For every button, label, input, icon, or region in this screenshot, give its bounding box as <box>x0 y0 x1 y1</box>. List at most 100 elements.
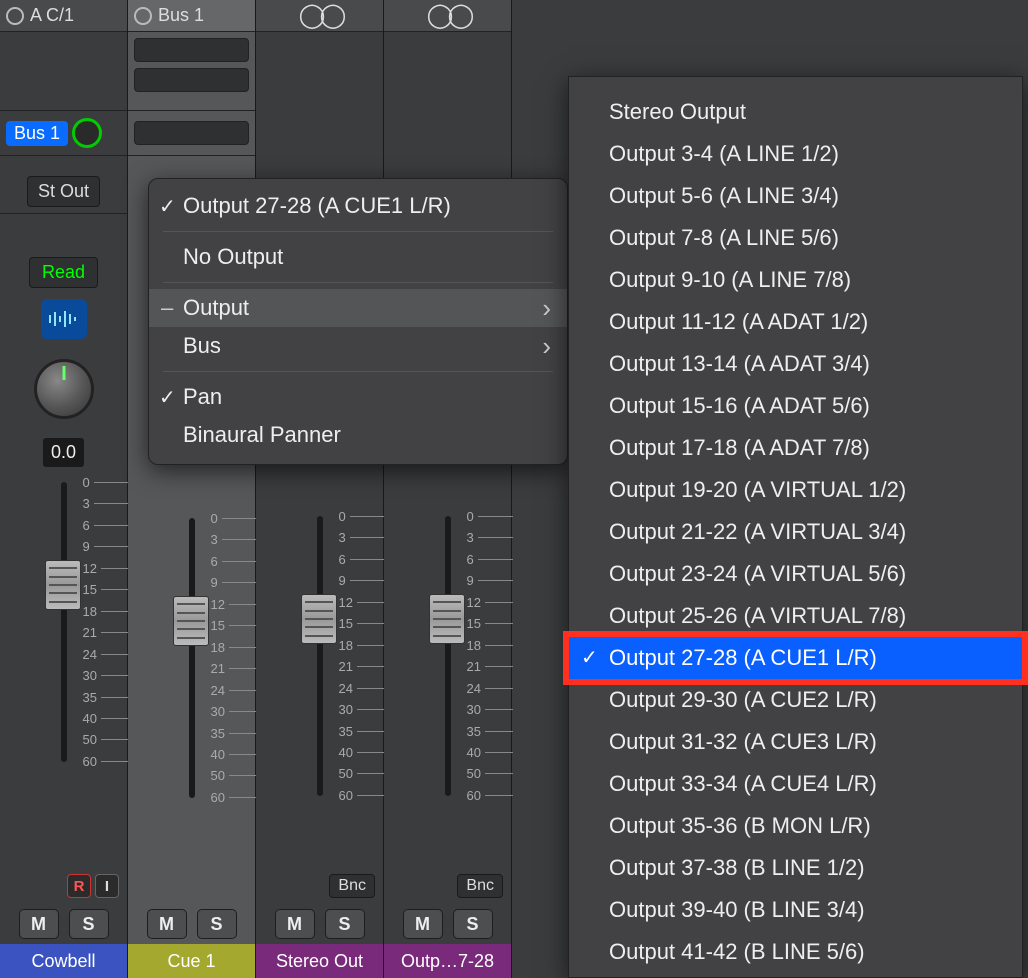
mute-solo-row: M S <box>384 904 511 944</box>
output-context-menu: Output 27-28 (A CUE1 L/R) No Output Outp… <box>148 178 568 465</box>
output-label: St Out <box>27 176 100 207</box>
menu-bus-submenu[interactable]: Bus <box>149 327 567 365</box>
mute-button[interactable]: M <box>275 909 315 939</box>
menu-binaural-panner[interactable]: Binaural Panner <box>149 416 567 454</box>
fader-scale: 036912151821243035405060 <box>83 482 129 762</box>
menu-current-output[interactable]: Output 27-28 (A CUE1 L/R) <box>149 187 567 225</box>
submenu-item[interactable]: Output 7-8 (A LINE 5/6) <box>569 217 1022 259</box>
bounce-button[interactable]: Bnc <box>457 874 503 898</box>
fader-track[interactable]: 036912151821243035405060 <box>189 518 195 798</box>
solo-button[interactable]: S <box>69 909 109 939</box>
fader-scale: 036912151821243035405060 <box>211 518 257 798</box>
submenu-item[interactable]: Output 39-40 (B LINE 3/4) <box>569 889 1022 931</box>
insert-area <box>0 32 127 110</box>
waveform-icon[interactable] <box>41 299 87 339</box>
submenu-item[interactable]: Output 33-34 (A CUE4 L/R) <box>569 763 1022 805</box>
mute-solo-row: M S <box>128 904 255 944</box>
submenu-item[interactable]: Output 5-6 (A LINE 3/4) <box>569 175 1022 217</box>
submenu-item[interactable]: Output 3-4 (A LINE 1/2) <box>569 133 1022 175</box>
automation-mode[interactable]: Read <box>0 250 127 294</box>
input-slot[interactable]: ◯◯ <box>384 0 511 32</box>
mute-button[interactable]: M <box>147 909 187 939</box>
submenu-item[interactable]: Output 15-16 (A ADAT 5/6) <box>569 385 1022 427</box>
fader-cap[interactable] <box>45 560 81 610</box>
track-name[interactable]: Stereo Out <box>256 944 383 978</box>
fader-track[interactable]: 036912151821243035405060 <box>317 516 323 796</box>
submenu-item[interactable]: Stereo Output <box>569 91 1022 133</box>
send-empty[interactable] <box>134 121 249 145</box>
send-slot[interactable]: Bus 1 <box>0 110 127 156</box>
submenu-item[interactable]: Output 31-32 (A CUE3 L/R) <box>569 721 1022 763</box>
insert-area <box>128 32 255 110</box>
input-slot[interactable]: A C/1 <box>0 0 127 32</box>
rec-input-row <box>128 868 255 904</box>
submenu-item[interactable]: Output 35-36 (B MON L/R) <box>569 805 1022 847</box>
submenu-item[interactable]: Output 37-38 (B LINE 1/2) <box>569 847 1022 889</box>
submenu-item[interactable]: Output 9-10 (A LINE 7/8) <box>569 259 1022 301</box>
channel-strip-cue1: Bus 1 036912151821243035405060 M S Cue 1 <box>128 0 256 978</box>
automation-label: Read <box>29 257 98 288</box>
bounce-row: Bnc <box>384 868 511 904</box>
fader-cap[interactable] <box>301 594 337 644</box>
track-name[interactable]: Outp…7-28 <box>384 944 511 978</box>
solo-button[interactable]: S <box>453 909 493 939</box>
menu-pan[interactable]: Pan <box>149 378 567 416</box>
menu-output-submenu[interactable]: Output <box>149 289 567 327</box>
insert-slot[interactable] <box>134 68 249 92</box>
mute-button[interactable]: M <box>19 909 59 939</box>
send-label: Bus 1 <box>6 121 68 146</box>
track-name[interactable]: Cowbell <box>0 944 127 978</box>
mute-solo-row: M S <box>0 904 127 944</box>
channel-strip-stereo-out: ◯◯ 036912151821243035405060 Bnc M S Ster… <box>256 0 384 978</box>
fader-area: 036912151821243035405060 <box>128 506 255 868</box>
submenu-item[interactable]: Output 19-20 (A VIRTUAL 1/2) <box>569 469 1022 511</box>
stereo-icon: ◯◯ <box>299 1 341 30</box>
input-slot[interactable]: Bus 1 <box>128 0 255 32</box>
fader-area: 036912151821243035405060 <box>256 504 383 868</box>
input-label: A C/1 <box>30 5 74 26</box>
channel-strip-cowbell: A C/1 Bus 1 St Out Read 0.0 03691215182 <box>0 0 128 978</box>
menu-separator <box>163 231 553 232</box>
send-knob-icon[interactable] <box>72 118 102 148</box>
menu-separator <box>163 282 553 283</box>
fader-cap[interactable] <box>173 596 209 646</box>
stereo-icon: ◯◯ <box>427 1 469 30</box>
submenu-item[interactable]: Output 21-22 (A VIRTUAL 3/4) <box>569 511 1022 553</box>
output-slot[interactable]: St Out <box>0 170 127 214</box>
menu-separator <box>163 371 553 372</box>
input-label: Bus 1 <box>158 5 204 26</box>
mute-button[interactable]: M <box>403 909 443 939</box>
submenu-item[interactable]: Output 29-30 (A CUE2 L/R) <box>569 679 1022 721</box>
fader-area: 036912151821243035405060 <box>384 504 511 868</box>
input-monitor-button[interactable]: I <box>95 874 119 898</box>
submenu-item[interactable]: Output 25-26 (A VIRTUAL 7/8) <box>569 595 1022 637</box>
solo-button[interactable]: S <box>197 909 237 939</box>
bounce-row: Bnc <box>256 868 383 904</box>
pan-value[interactable]: 0.0 <box>43 438 84 467</box>
fader-area: 036912151821243035405060 <box>0 470 127 868</box>
pan-knob[interactable] <box>34 359 94 419</box>
pan-value-row: 0.0 <box>0 434 127 470</box>
submenu-item[interactable]: Output 27-28 (A CUE1 L/R) <box>569 637 1022 679</box>
fader-cap[interactable] <box>429 594 465 644</box>
track-icon-row <box>0 294 127 344</box>
solo-button[interactable]: S <box>325 909 365 939</box>
fader-scale: 036912151821243035405060 <box>339 516 385 796</box>
bounce-button[interactable]: Bnc <box>329 874 375 898</box>
insert-slot[interactable] <box>134 38 249 62</box>
io-circle-icon <box>6 7 24 25</box>
submenu-item[interactable]: Output 11-12 (A ADAT 1/2) <box>569 301 1022 343</box>
submenu-item[interactable]: Output 41-42 (B LINE 5/6) <box>569 931 1022 973</box>
record-enable-button[interactable]: R <box>67 874 91 898</box>
channel-strip-output-27-28: ◯◯ 036912151821243035405060 Bnc M S Outp… <box>384 0 512 978</box>
menu-no-output[interactable]: No Output <box>149 238 567 276</box>
io-circle-icon <box>134 7 152 25</box>
fader-track[interactable]: 036912151821243035405060 <box>61 482 67 762</box>
submenu-item[interactable]: Output 13-14 (A ADAT 3/4) <box>569 343 1022 385</box>
send-slot[interactable] <box>128 110 255 156</box>
submenu-item[interactable]: Output 17-18 (A ADAT 7/8) <box>569 427 1022 469</box>
track-name[interactable]: Cue 1 <box>128 944 255 978</box>
input-slot[interactable]: ◯◯ <box>256 0 383 32</box>
submenu-item[interactable]: Output 23-24 (A VIRTUAL 5/6) <box>569 553 1022 595</box>
fader-track[interactable]: 036912151821243035405060 <box>445 516 451 796</box>
